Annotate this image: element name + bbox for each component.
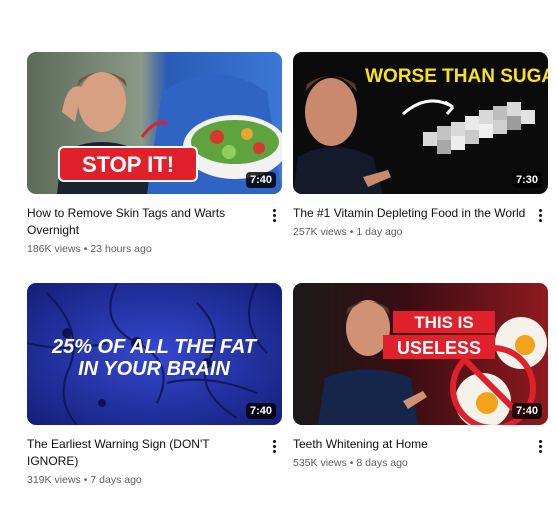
separator: • bbox=[349, 226, 354, 238]
view-count: 186K views bbox=[27, 243, 81, 255]
thumbnail-image: STOP IT! bbox=[27, 52, 282, 194]
thumbnail-image: 25% OF ALL THE FAT IN YOUR BRAIN bbox=[27, 283, 282, 425]
video-title[interactable]: The Earliest Warning Sign (DON'T IGNORE) bbox=[27, 436, 260, 470]
video-card[interactable]: THIS IS USELESS 7:40 Teeth Whitening at … bbox=[293, 283, 548, 469]
video-thumbnail[interactable]: STOP IT! 7:40 bbox=[27, 52, 282, 194]
video-thumbnail[interactable]: THIS IS USELESS 7:40 bbox=[293, 283, 548, 425]
view-count: 319K views bbox=[27, 474, 81, 486]
thumbnail-caption-line2: IN YOUR BRAIN bbox=[78, 358, 230, 380]
separator: • bbox=[349, 457, 354, 469]
view-count: 535K views bbox=[293, 457, 347, 469]
thumbnail-caption: WORSE THAN SUGAR bbox=[365, 66, 548, 87]
video-stats: 257K views • 1 day ago bbox=[293, 226, 526, 238]
upload-age: 1 day ago bbox=[356, 226, 403, 238]
view-count: 257K views bbox=[293, 226, 347, 238]
thumbnail-caption: STOP IT! bbox=[82, 152, 174, 177]
video-title[interactable]: The #1 Vitamin Depleting Food in the Wor… bbox=[293, 205, 526, 222]
duration-badge: 7:30 bbox=[511, 172, 542, 188]
video-stats: 186K views • 23 hours ago bbox=[27, 243, 260, 255]
duration-badge: 7:40 bbox=[245, 172, 276, 188]
video-card[interactable]: 25% OF ALL THE FAT IN YOUR BRAIN 7:40 Th… bbox=[27, 283, 282, 486]
more-vert-icon[interactable] bbox=[266, 436, 282, 456]
video-stats: 535K views • 8 days ago bbox=[293, 457, 526, 469]
thumbnail-caption-line1: 25% OF ALL THE FAT bbox=[51, 336, 258, 358]
video-title[interactable]: Teeth Whitening at Home bbox=[293, 436, 526, 453]
duration-badge: 7:40 bbox=[245, 403, 276, 419]
upload-age: 23 hours ago bbox=[90, 243, 152, 255]
video-title[interactable]: How to Remove Skin Tags and Warts Overni… bbox=[27, 205, 260, 239]
video-thumbnail[interactable]: WORSE THAN SUGAR 7:30 bbox=[293, 52, 548, 194]
video-stats: 319K views • 7 days ago bbox=[27, 474, 260, 486]
video-card[interactable]: WORSE THAN SUGAR 7:30 The #1 Vitamin Dep… bbox=[293, 52, 548, 238]
separator: • bbox=[83, 474, 88, 486]
thumbnail-image: WORSE THAN SUGAR bbox=[293, 52, 548, 194]
separator: • bbox=[83, 243, 88, 255]
upload-age: 8 days ago bbox=[356, 457, 408, 469]
more-vert-icon[interactable] bbox=[532, 205, 548, 225]
thumbnail-caption-line1: THIS IS bbox=[414, 313, 474, 332]
thumbnail-image: THIS IS USELESS bbox=[293, 283, 548, 425]
thumbnail-caption-line2: USELESS bbox=[397, 338, 481, 358]
duration-badge: 7:40 bbox=[511, 403, 542, 419]
more-vert-icon[interactable] bbox=[266, 205, 282, 225]
video-thumbnail[interactable]: 25% OF ALL THE FAT IN YOUR BRAIN 7:40 bbox=[27, 283, 282, 425]
upload-age: 7 days ago bbox=[90, 474, 142, 486]
video-card[interactable]: STOP IT! 7:40 How to Remove Skin Tags an… bbox=[27, 52, 282, 255]
more-vert-icon[interactable] bbox=[532, 436, 548, 456]
